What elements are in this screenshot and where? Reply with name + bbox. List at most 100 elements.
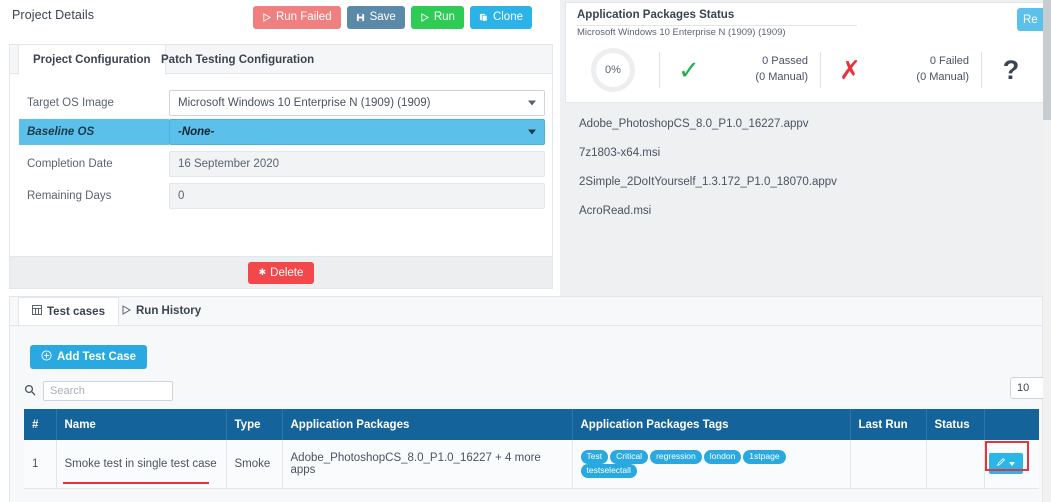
tab-patch-testing-configuration[interactable]: Patch Testing Configuration xyxy=(147,45,328,74)
app-root: Project Details Run Failed Save Run Clon… xyxy=(0,0,1051,502)
chevron-down-icon xyxy=(528,100,536,106)
table-icon xyxy=(32,305,42,318)
column-header-last-run[interactable]: Last Run xyxy=(850,409,927,440)
add-test-case-button[interactable]: Add Test Case xyxy=(30,345,148,369)
vertical-scrollbar[interactable] xyxy=(1043,0,1051,502)
test-cases-table: # Name Type Application Packages Applica… xyxy=(24,409,1039,489)
add-test-case-label: Add Test Case xyxy=(57,351,137,363)
play-icon xyxy=(420,13,429,22)
config-form: Target OS Image Microsoft Windows 10 Ent… xyxy=(10,74,552,284)
annotation-underline xyxy=(62,481,209,484)
page-title: Project Details xyxy=(12,8,95,22)
header-action-buttons: Run Failed Save Run Clone xyxy=(252,6,532,29)
failed-stats: 0 Failed (0 Manual) xyxy=(879,54,981,86)
tab-test-cases-label: Test cases xyxy=(47,305,105,318)
cross-icon: ✗ xyxy=(839,55,861,85)
chevron-down-icon xyxy=(528,129,536,135)
failed-count: 0 Failed xyxy=(929,55,969,68)
page-header: Project Details Run Failed Save Run Clon… xyxy=(0,0,560,36)
search-input[interactable] xyxy=(43,381,173,401)
run-label: Run xyxy=(433,10,455,23)
column-header-status[interactable]: Status xyxy=(926,409,985,440)
delete-button-label: Delete xyxy=(270,266,304,279)
test-cases-tab-bar: Test cases Run History xyxy=(10,297,1042,326)
target-os-image-value: Microsoft Windows 10 Enterprise N (1909)… xyxy=(178,97,431,109)
play-icon xyxy=(262,13,271,22)
remaining-days-field: 0 xyxy=(169,183,545,209)
tab-project-configuration[interactable]: Project Configuration xyxy=(18,45,166,75)
question-mark-icon: ? xyxy=(1002,54,1020,85)
cell-last-run xyxy=(850,440,927,489)
scrollbar-thumb[interactable] xyxy=(1043,0,1051,120)
tag-chip[interactable]: 1stpage xyxy=(743,450,786,464)
asterisk-icon: ✱ xyxy=(258,267,267,277)
tag-chip[interactable]: regression xyxy=(650,450,702,464)
baseline-os-select[interactable]: -None- xyxy=(169,119,545,145)
run-failed-button[interactable]: Run Failed xyxy=(252,6,341,29)
search-icon xyxy=(24,384,36,399)
title-divider xyxy=(577,25,857,26)
check-icon: ✓ xyxy=(678,55,700,85)
save-button[interactable]: Save xyxy=(346,6,405,29)
test-cases-panel: Test cases Run History Add Test Case Sea… xyxy=(9,296,1050,502)
tab-run-history[interactable]: Run History xyxy=(108,297,214,325)
baseline-os-label: Baseline OS xyxy=(19,119,169,145)
config-tab-bar: Project Configuration Patch Testing Conf… xyxy=(10,45,552,75)
chevron-down-icon xyxy=(1009,461,1015,466)
completion-date-field: 16 September 2020 xyxy=(169,151,545,177)
progress-ring: 0% xyxy=(591,48,635,92)
package-item: Adobe_PhotoshopCS_8.0_P1.0_16227.appv xyxy=(579,118,809,130)
cell-actions xyxy=(984,440,1039,489)
delete-button[interactable]: ✱ Delete xyxy=(247,261,315,284)
column-header-type[interactable]: Type xyxy=(226,409,283,440)
cell-tags: Test Critical regression london 1stpage tests… xyxy=(572,440,851,489)
plus-circle-icon xyxy=(41,350,52,364)
tab-test-cases[interactable]: Test cases xyxy=(18,297,119,326)
cell-index: 1 xyxy=(24,440,57,489)
target-os-image-select[interactable]: Microsoft Windows 10 Enterprise N (1909)… xyxy=(169,90,545,116)
tab-run-history-label: Run History xyxy=(136,305,202,317)
tag-chip[interactable]: Critical xyxy=(610,450,649,464)
application-packages-status-card: Application Packages Status Microsoft Wi… xyxy=(565,2,1051,103)
passed-stats: 0 Passed (0 Manual) xyxy=(718,54,820,86)
status-panel-title: Application Packages Status xyxy=(577,9,735,21)
tag-chip[interactable]: testselectall xyxy=(580,463,637,478)
cell-type: Smoke xyxy=(226,440,283,489)
failed-manual-count: (0 Manual) xyxy=(916,71,969,83)
column-header-index[interactable]: # xyxy=(24,409,57,440)
test-case-name-link[interactable]: Smoke test in single test case xyxy=(65,458,217,470)
package-list: Adobe_PhotoshopCS_8.0_P1.0_16227.appv 7z… xyxy=(565,118,1051,234)
cell-name: Smoke test in single test case xyxy=(56,440,227,489)
progress-percent: 0% xyxy=(605,64,621,76)
column-header-name[interactable]: Name xyxy=(56,409,227,440)
edit-test-case-button[interactable] xyxy=(988,453,1023,475)
field-row-remaining-days: Remaining Days 0 xyxy=(19,183,545,209)
column-header-application-packages-tags[interactable]: Application Packages Tags xyxy=(572,409,851,440)
search-row xyxy=(24,381,173,401)
tag-chip[interactable]: london xyxy=(703,450,742,464)
completion-date-label: Completion Date xyxy=(27,158,113,170)
run-failed-label: Run Failed xyxy=(275,10,332,23)
passed-manual-count: (0 Manual) xyxy=(755,71,808,83)
project-configuration-panel: Project Configuration Patch Testing Conf… xyxy=(9,44,553,285)
tab-patch-testing-configuration-label: Patch Testing Configuration xyxy=(161,53,315,66)
remaining-days-value: 0 xyxy=(178,190,185,202)
package-item: AcroRead.msi xyxy=(579,205,652,217)
cell-application-packages: Adobe_PhotoshopCS_8.0_P1.0_16227 + 4 mor… xyxy=(282,440,573,489)
tag-chip[interactable]: Test xyxy=(580,450,609,464)
play-icon xyxy=(121,304,132,318)
floppy-disk-icon xyxy=(356,13,365,22)
status-metrics: 0% ✓ 0 Passed (0 Manual) ✗ 0 Failed (0 M… xyxy=(577,45,1040,95)
remaining-days-label: Remaining Days xyxy=(27,190,112,202)
tab-underline xyxy=(10,325,1042,326)
run-button[interactable]: Run xyxy=(410,6,464,29)
table-row: 1 Smoke test in single test case Smoke A… xyxy=(24,440,1039,489)
completion-date-value: 16 September 2020 xyxy=(178,158,280,170)
target-os-image-label: Target OS Image xyxy=(27,97,114,109)
field-row-completion-date: Completion Date 16 September 2020 xyxy=(19,151,545,177)
clone-button[interactable]: Clone xyxy=(469,6,532,29)
passed-count: 0 Passed xyxy=(762,55,808,68)
tab-project-configuration-label: Project Configuration xyxy=(33,53,151,66)
column-header-application-packages[interactable]: Application Packages xyxy=(282,409,573,440)
package-item: 7z1803-x64.msi xyxy=(579,147,661,159)
